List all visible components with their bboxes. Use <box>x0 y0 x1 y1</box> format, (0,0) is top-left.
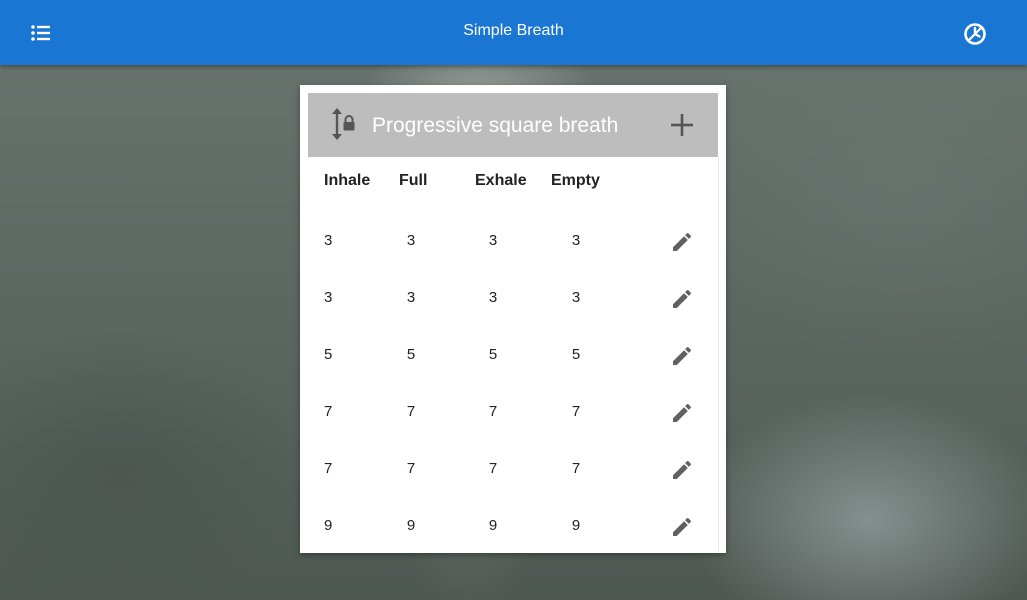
cell-full: 5 <box>406 346 416 363</box>
app-title: Simple Breath <box>463 22 564 39</box>
cell-empty: 7 <box>571 460 581 477</box>
cell-empty: 3 <box>571 289 581 306</box>
menu-button[interactable] <box>28 20 54 46</box>
pencil-icon <box>673 346 692 365</box>
pencil-icon <box>673 460 692 479</box>
cell-empty: 5 <box>571 346 581 363</box>
column-header-exhale: Exhale <box>475 172 527 189</box>
table-row: 5 5 5 5 <box>308 336 718 393</box>
column-header-full: Full <box>399 172 428 189</box>
edit-step-button[interactable] <box>670 458 694 482</box>
cell-full: 7 <box>406 460 416 477</box>
cell-inhale: 3 <box>324 232 333 249</box>
pencil-icon <box>673 232 692 251</box>
cell-inhale: 7 <box>324 460 333 477</box>
cell-empty: 3 <box>571 232 581 249</box>
pencil-icon <box>673 517 692 536</box>
edit-step-button[interactable] <box>670 401 694 425</box>
breath-pattern-card: Progressive square breath Inhale Full Ex… <box>300 85 726 553</box>
edit-step-button[interactable] <box>670 344 694 368</box>
cell-inhale: 5 <box>324 346 333 363</box>
cell-inhale: 7 <box>324 403 333 420</box>
edit-step-button[interactable] <box>670 287 694 311</box>
table-row: 3 3 3 3 <box>308 279 718 336</box>
list-menu-icon <box>31 25 50 41</box>
table-row: 9 9 9 9 <box>308 507 718 553</box>
cell-full: 3 <box>406 289 416 306</box>
column-header-empty: Empty <box>551 172 600 189</box>
cell-full: 7 <box>406 403 416 420</box>
cell-inhale: 3 <box>324 289 333 306</box>
column-header-inhale: Inhale <box>324 172 371 189</box>
vertical-arrows-lock-icon <box>332 108 355 140</box>
cell-exhale: 3 <box>488 289 498 306</box>
cell-exhale: 3 <box>488 232 498 249</box>
cell-exhale: 7 <box>488 403 498 420</box>
cell-exhale: 7 <box>488 460 498 477</box>
table-row: 3 3 3 3 <box>308 222 718 279</box>
edit-step-button[interactable] <box>670 515 694 539</box>
cell-exhale: 5 <box>488 346 498 363</box>
timer-icon <box>964 23 986 45</box>
cell-full: 9 <box>406 517 416 534</box>
add-step-button[interactable] <box>666 109 698 141</box>
step-table: Inhale Full Exhale Empty 333333335555777… <box>308 157 719 553</box>
cell-empty: 9 <box>571 517 581 534</box>
table-row: 7 7 7 7 <box>308 393 718 450</box>
table-row: 7 7 7 7 <box>308 450 718 507</box>
app-bar: Simple Breath <box>0 0 1027 65</box>
plus-icon <box>671 114 693 136</box>
timer-button[interactable] <box>961 20 989 48</box>
pencil-icon <box>673 289 692 308</box>
edit-step-button[interactable] <box>670 230 694 254</box>
card-header: Progressive square breath <box>308 93 718 157</box>
pencil-icon <box>673 403 692 422</box>
lock-toggle-button[interactable] <box>328 107 362 141</box>
cell-empty: 7 <box>571 403 581 420</box>
cell-exhale: 9 <box>488 517 498 534</box>
cell-inhale: 9 <box>324 517 333 534</box>
cell-full: 3 <box>406 232 416 249</box>
card-title: Progressive square breath <box>372 114 619 137</box>
